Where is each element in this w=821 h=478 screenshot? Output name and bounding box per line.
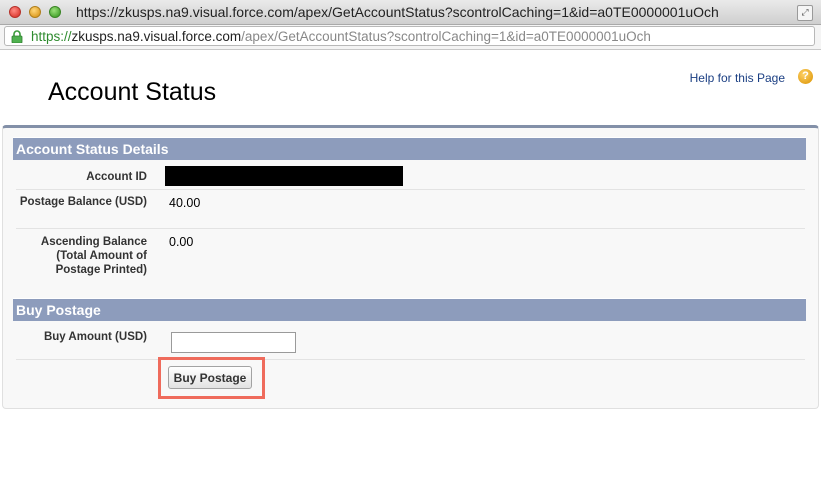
- postage-balance-label: Postage Balance (USD): [19, 196, 147, 208]
- row-divider: [16, 359, 805, 360]
- buy-postage-button[interactable]: Buy Postage: [168, 366, 252, 389]
- ascending-balance-value: 0.00: [169, 235, 194, 249]
- window-title: https://zkusps.na9.visual.force.com/apex…: [76, 4, 719, 20]
- url-path: /apex/GetAccountStatus?scontrolCaching=1…: [241, 29, 651, 44]
- zoom-window-button[interactable]: [49, 6, 61, 18]
- row-divider: [16, 189, 805, 190]
- help-link[interactable]: Help for this Page: [690, 71, 785, 85]
- window-title-bar: https://zkusps.na9.visual.force.com/apex…: [0, 0, 821, 25]
- account-id-redacted: [165, 166, 403, 186]
- ascending-balance-label: Ascending Balance (Total Amount of Posta…: [40, 236, 147, 276]
- close-window-button[interactable]: [9, 6, 21, 18]
- buy-amount-label: Buy Amount (USD): [43, 331, 147, 343]
- address-bar: https://zkusps.na9.visual.force.com/apex…: [0, 25, 821, 50]
- fullscreen-icon[interactable]: ⤢: [797, 5, 813, 21]
- page-title: Account Status: [48, 78, 217, 106]
- postage-balance-value: 40.00: [169, 196, 201, 210]
- section-header-account-details: Account Status Details: [13, 137, 806, 160]
- url-scheme: https://: [31, 29, 72, 44]
- lock-icon: [11, 30, 23, 43]
- minimize-window-button[interactable]: [29, 6, 41, 18]
- help-icon[interactable]: ?: [798, 69, 813, 84]
- section-header-buy-postage: Buy Postage: [13, 298, 806, 321]
- url-host: zkusps.na9.visual.force.com: [71, 29, 242, 44]
- url-text: https://zkusps.na9.visual.force.com/apex…: [31, 29, 651, 44]
- account-id-label: Account ID: [86, 171, 147, 183]
- row-divider: [16, 228, 805, 229]
- url-field[interactable]: https://zkusps.na9.visual.force.com/apex…: [4, 26, 815, 46]
- buy-amount-input[interactable]: [171, 332, 296, 353]
